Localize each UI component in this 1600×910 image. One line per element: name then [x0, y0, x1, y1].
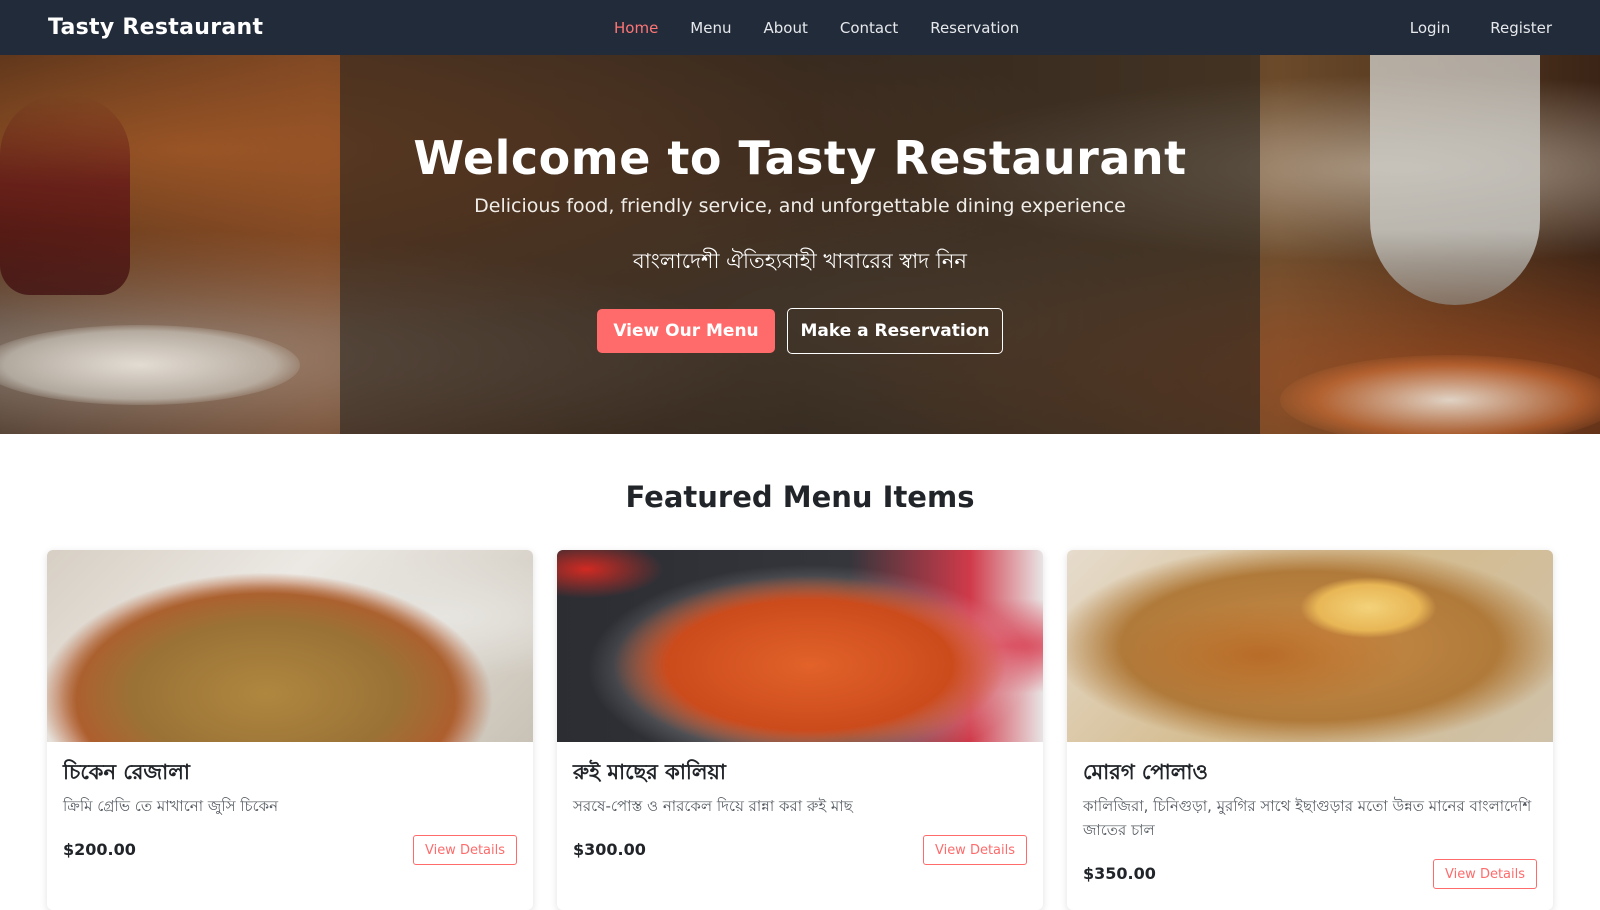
- hero-subtitle-bengali: বাংলাদেশী ঐতিহ্যবাহী খাবারের স্বাদ নিন: [633, 249, 967, 273]
- menu-card: রুই মাছের কালিয়া সরষে-পোস্ত ও নারকেল দি…: [557, 550, 1043, 910]
- menu-item-name: রুই মাছের কালিয়া: [573, 760, 727, 784]
- brand-logo[interactable]: Tasty Restaurant: [48, 15, 263, 40]
- menu-item-image: [47, 550, 533, 742]
- nav-link-register[interactable]: Register: [1450, 19, 1552, 37]
- hero-title: Welcome to Tasty Restaurant: [413, 131, 1187, 185]
- menu-item-price: $350.00: [1083, 864, 1156, 883]
- auth-nav: Login Register: [1370, 0, 1552, 55]
- menu-item-description: ক্রিমি গ্রেভি তে মাখানো জুসি চিকেন: [63, 797, 279, 815]
- view-menu-button[interactable]: View Our Menu: [597, 309, 775, 353]
- main-nav: Home Menu About Contact Reservation: [598, 0, 1035, 55]
- nav-link-about[interactable]: About: [747, 19, 823, 37]
- menu-item-description: কালিজিরা, চিনিগুড়া, মুরগির সাথে ইছাগুড়…: [1083, 797, 1532, 839]
- nav-link-contact[interactable]: Contact: [824, 19, 914, 37]
- view-details-button[interactable]: View Details: [1433, 859, 1537, 889]
- water-glass-image: [1370, 55, 1540, 305]
- menu-card: চিকেন রেজালা ক্রিমি গ্রেভি তে মাখানো জুস…: [47, 550, 533, 910]
- make-reservation-button[interactable]: Make a Reservation: [787, 308, 1003, 354]
- menu-item-image: [1067, 550, 1553, 742]
- view-details-button[interactable]: View Details: [413, 835, 517, 865]
- featured-section-title: Featured Menu Items: [625, 480, 975, 514]
- hero-subtitle: Delicious food, friendly service, and un…: [474, 195, 1126, 217]
- nav-link-home[interactable]: Home: [598, 19, 674, 37]
- nav-link-reservation[interactable]: Reservation: [914, 19, 1035, 37]
- wine-glass-image: [0, 95, 130, 295]
- nav-link-login[interactable]: Login: [1370, 19, 1450, 37]
- menu-card: মোরগ পোলাও কালিজিরা, চিনিগুড়া, মুরগির স…: [1067, 550, 1553, 910]
- menu-item-image: [557, 550, 1043, 742]
- top-navbar: Tasty Restaurant Home Menu About Contact…: [0, 0, 1600, 55]
- menu-item-description: সরষে-পোস্ত ও নারকেল দিয়ে রান্না করা রুই…: [573, 797, 853, 815]
- hero-banner: Welcome to Tasty Restaurant Delicious fo…: [0, 55, 1600, 434]
- menu-item-name: মোরগ পোলাও: [1083, 760, 1208, 784]
- plate-image: [0, 325, 300, 405]
- menu-item-price: $300.00: [573, 840, 646, 859]
- plate-image: [1280, 355, 1600, 434]
- menu-item-price: $200.00: [63, 840, 136, 859]
- menu-item-name: চিকেন রেজালা: [63, 760, 191, 784]
- view-details-button[interactable]: View Details: [923, 835, 1027, 865]
- nav-link-menu[interactable]: Menu: [674, 19, 747, 37]
